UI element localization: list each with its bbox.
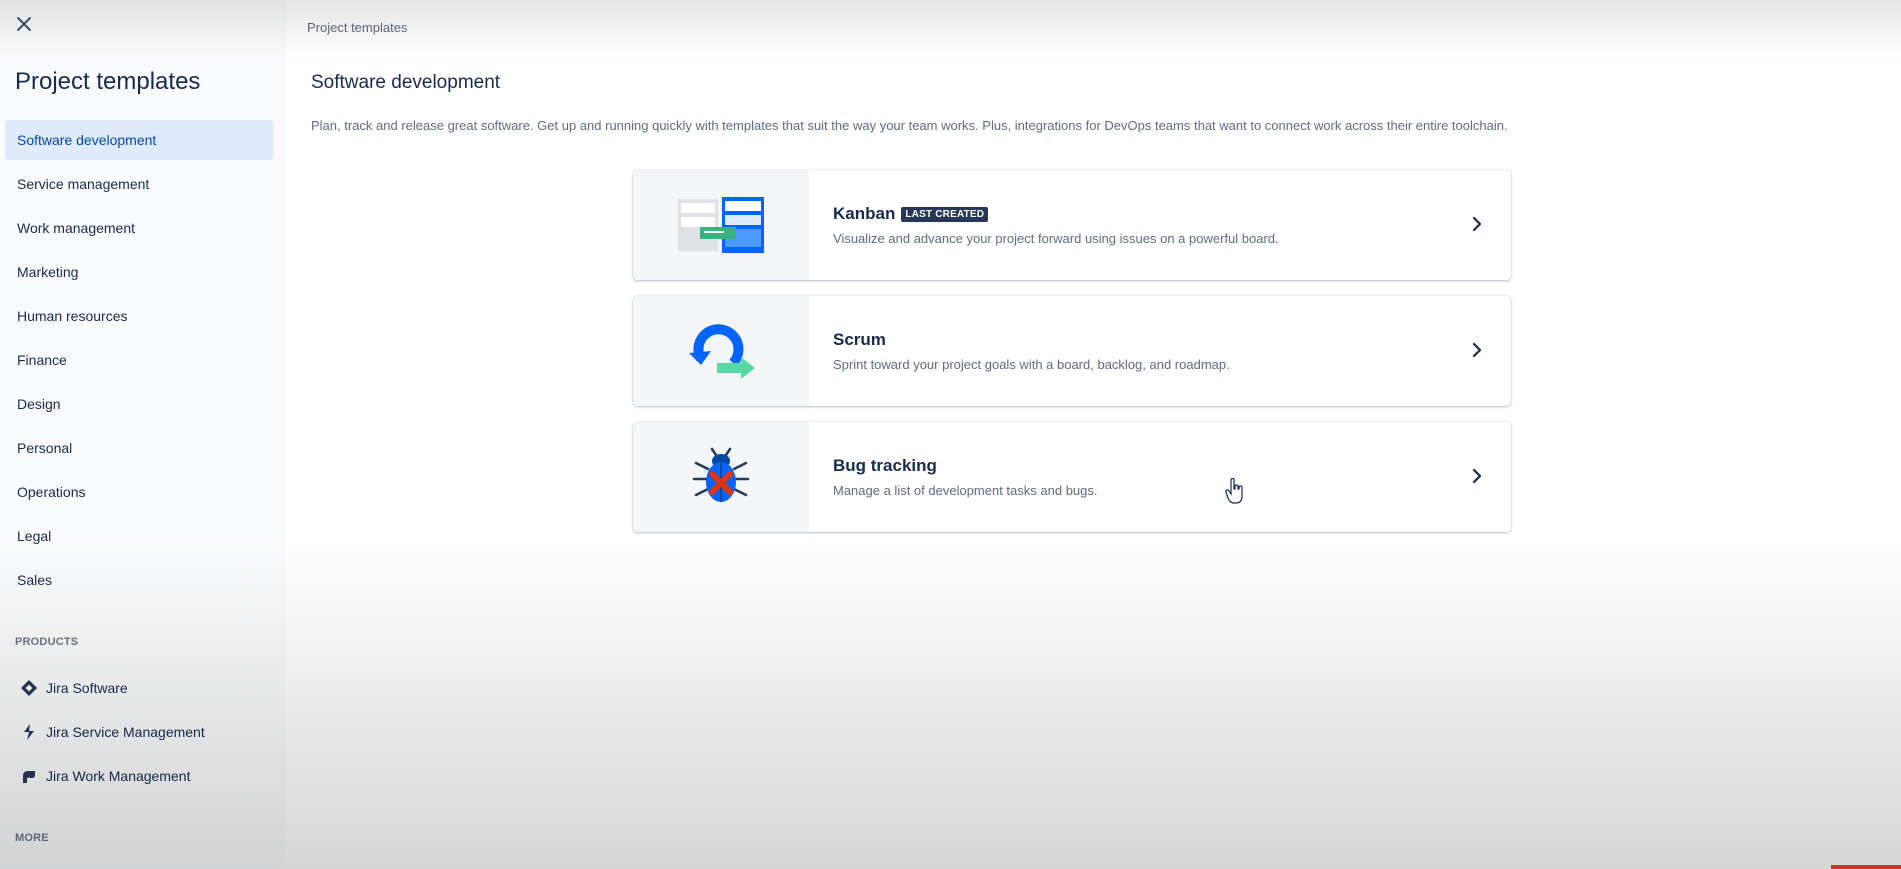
products-section-label: PRODUCTS [15,636,79,648]
more-section-label: MORE [15,832,49,844]
breadcrumb[interactable]: Project templates [307,20,407,35]
chevron-right-icon [1472,468,1482,484]
template-title: Scrum [833,330,886,349]
page-description: Plan, track and release great software. … [311,118,1508,133]
template-title: Kanban [833,204,896,223]
sidebar-title: Project templates [15,68,201,95]
sidebar-item-service-management[interactable]: Service management [5,164,273,204]
jira-work-management-icon [23,771,35,783]
chevron-right-icon [1472,216,1482,232]
product-item-jira-software[interactable]: Jira Software [5,666,273,710]
product-item-jira-service-management[interactable]: Jira Service Management [5,710,273,754]
sidebar-item-sales[interactable]: Sales [5,560,273,600]
product-label: Jira Software [46,680,128,696]
scrum-illustration [633,296,809,406]
template-description: Sprint toward your project goals with a … [833,357,1230,372]
template-card-bug-tracking[interactable]: Bug tracking Manage a list of developmen… [633,422,1511,532]
chevron-right-icon [1472,342,1482,358]
sidebar-item-human-resources[interactable]: Human resources [5,296,273,336]
sidebar-item-legal[interactable]: Legal [5,516,273,556]
jira-software-icon [21,680,37,696]
close-button[interactable] [12,12,36,36]
bug-tracking-illustration [633,422,809,532]
template-title: Bug tracking [833,456,937,475]
last-created-badge: LAST CREATED [901,206,989,222]
video-progress-edge [1831,865,1901,869]
close-icon [17,17,31,31]
sidebar-item-software-development[interactable]: Software development [5,120,273,160]
template-list: Kanban LAST CREATED Visualize and advanc… [633,170,1511,548]
category-nav: Software development Service management … [5,120,273,604]
products-list: Jira Software Jira Service Management Ji… [5,666,273,798]
sidebar: Project templates Software development S… [0,0,287,869]
template-card-scrum[interactable]: Scrum Sprint toward your project goals w… [633,296,1511,406]
product-label: Jira Service Management [46,724,205,740]
main-content: Project templates Software development P… [287,0,1901,869]
jira-service-management-icon [24,724,34,740]
sidebar-item-personal[interactable]: Personal [5,428,273,468]
sidebar-item-work-management[interactable]: Work management [5,208,273,248]
page-title: Software development [311,72,501,93]
product-item-jira-work-management[interactable]: Jira Work Management [5,754,273,798]
product-label: Jira Work Management [46,768,191,784]
template-description: Visualize and advance your project forwa… [833,231,1279,246]
template-card-kanban[interactable]: Kanban LAST CREATED Visualize and advanc… [633,170,1511,280]
sidebar-item-finance[interactable]: Finance [5,340,273,380]
kanban-illustration [633,170,809,280]
sidebar-item-operations[interactable]: Operations [5,472,273,512]
template-description: Manage a list of development tasks and b… [833,483,1098,498]
sidebar-item-design[interactable]: Design [5,384,273,424]
sidebar-item-marketing[interactable]: Marketing [5,252,273,292]
hand-cursor-icon [1225,478,1243,504]
